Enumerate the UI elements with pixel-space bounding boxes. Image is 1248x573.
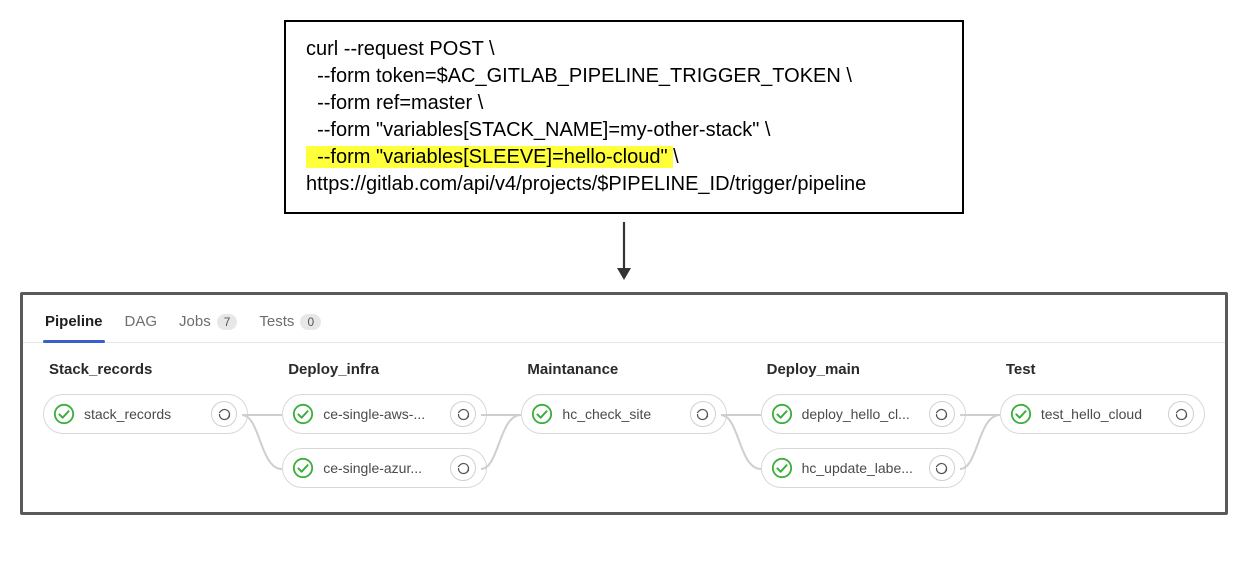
code-line: --form token=$AC_GITLAB_PIPELINE_TRIGGER… xyxy=(306,63,942,90)
job-pill[interactable]: hc_update_labe... xyxy=(761,448,966,488)
code-line: --form "variables[STACK_NAME]=my-other-s… xyxy=(306,117,942,144)
tab-label: Jobs xyxy=(179,313,211,330)
stage-stack-records: Stack_records stack_records xyxy=(43,361,248,434)
status-passed-icon xyxy=(770,456,794,480)
status-passed-icon xyxy=(1009,402,1033,426)
job-label: hc_check_site xyxy=(562,406,681,422)
stage-title: Stack_records xyxy=(43,361,248,378)
job-label: hc_update_labe... xyxy=(802,460,921,476)
stage-connector xyxy=(966,361,1000,481)
tab-dag[interactable]: DAG xyxy=(123,307,160,342)
retry-icon[interactable] xyxy=(929,455,955,481)
stage-deploy-main: Deploy_main deploy_hello_cl... hc_update… xyxy=(761,361,966,488)
job-pill[interactable]: test_hello_cloud xyxy=(1000,394,1205,434)
curl-command-box: curl --request POST \ --form token=$AC_G… xyxy=(284,20,964,214)
job-label: stack_records xyxy=(84,406,203,422)
stage-connector xyxy=(487,361,521,481)
code-tail: \ xyxy=(673,146,679,168)
retry-icon[interactable] xyxy=(450,455,476,481)
stage-title: Test xyxy=(1000,361,1205,378)
job-pill[interactable]: stack_records xyxy=(43,394,248,434)
stage-connector xyxy=(727,361,761,481)
tab-jobs[interactable]: Jobs 7 xyxy=(177,307,239,342)
tab-label: Tests xyxy=(259,313,294,330)
stage-deploy-infra: Deploy_infra ce-single-aws-... ce-single… xyxy=(282,361,487,488)
tests-count-badge: 0 xyxy=(300,314,321,330)
tab-tests[interactable]: Tests 0 xyxy=(257,307,323,342)
pipeline-panel: Pipeline DAG Jobs 7 Tests 0 Stack_record… xyxy=(20,292,1228,515)
job-pill[interactable]: deploy_hello_cl... xyxy=(761,394,966,434)
stage-test: Test test_hello_cloud xyxy=(1000,361,1205,434)
jobs-count-badge: 7 xyxy=(217,314,238,330)
tab-label: Pipeline xyxy=(45,313,103,330)
job-pill[interactable]: ce-single-aws-... xyxy=(282,394,487,434)
code-line: --form ref=master \ xyxy=(306,90,942,117)
status-passed-icon xyxy=(291,402,315,426)
highlight: --form "variables[SLEEVE]=hello-cloud" xyxy=(306,146,673,168)
stage-title: Deploy_main xyxy=(761,361,966,378)
job-pill[interactable]: ce-single-azur... xyxy=(282,448,487,488)
pipeline-tabs: Pipeline DAG Jobs 7 Tests 0 xyxy=(23,295,1225,343)
job-label: test_hello_cloud xyxy=(1041,406,1160,422)
job-label: ce-single-azur... xyxy=(323,460,442,476)
job-pill[interactable]: hc_check_site xyxy=(521,394,726,434)
retry-icon[interactable] xyxy=(211,401,237,427)
retry-icon[interactable] xyxy=(929,401,955,427)
status-passed-icon xyxy=(530,402,554,426)
arrow-down-icon xyxy=(612,220,636,282)
retry-icon[interactable] xyxy=(690,401,716,427)
retry-icon[interactable] xyxy=(450,401,476,427)
code-line-highlighted: --form "variables[SLEEVE]=hello-cloud" \ xyxy=(306,144,942,171)
job-label: ce-single-aws-... xyxy=(323,406,442,422)
arrow-down xyxy=(20,220,1228,282)
job-label: deploy_hello_cl... xyxy=(802,406,921,422)
stage-connector xyxy=(248,361,282,481)
code-line: curl --request POST \ xyxy=(306,36,942,63)
status-passed-icon xyxy=(770,402,794,426)
status-passed-icon xyxy=(52,402,76,426)
stage-maintenance: Maintanance hc_check_site xyxy=(521,361,726,434)
pipeline-stages: Stack_records stack_records Deploy_infra xyxy=(23,343,1225,512)
stage-title: Deploy_infra xyxy=(282,361,487,378)
status-passed-icon xyxy=(291,456,315,480)
tab-label: DAG xyxy=(125,313,158,330)
tab-pipeline[interactable]: Pipeline xyxy=(43,307,105,342)
retry-icon[interactable] xyxy=(1168,401,1194,427)
stage-title: Maintanance xyxy=(521,361,726,378)
code-line: https://gitlab.com/api/v4/projects/$PIPE… xyxy=(306,171,942,198)
